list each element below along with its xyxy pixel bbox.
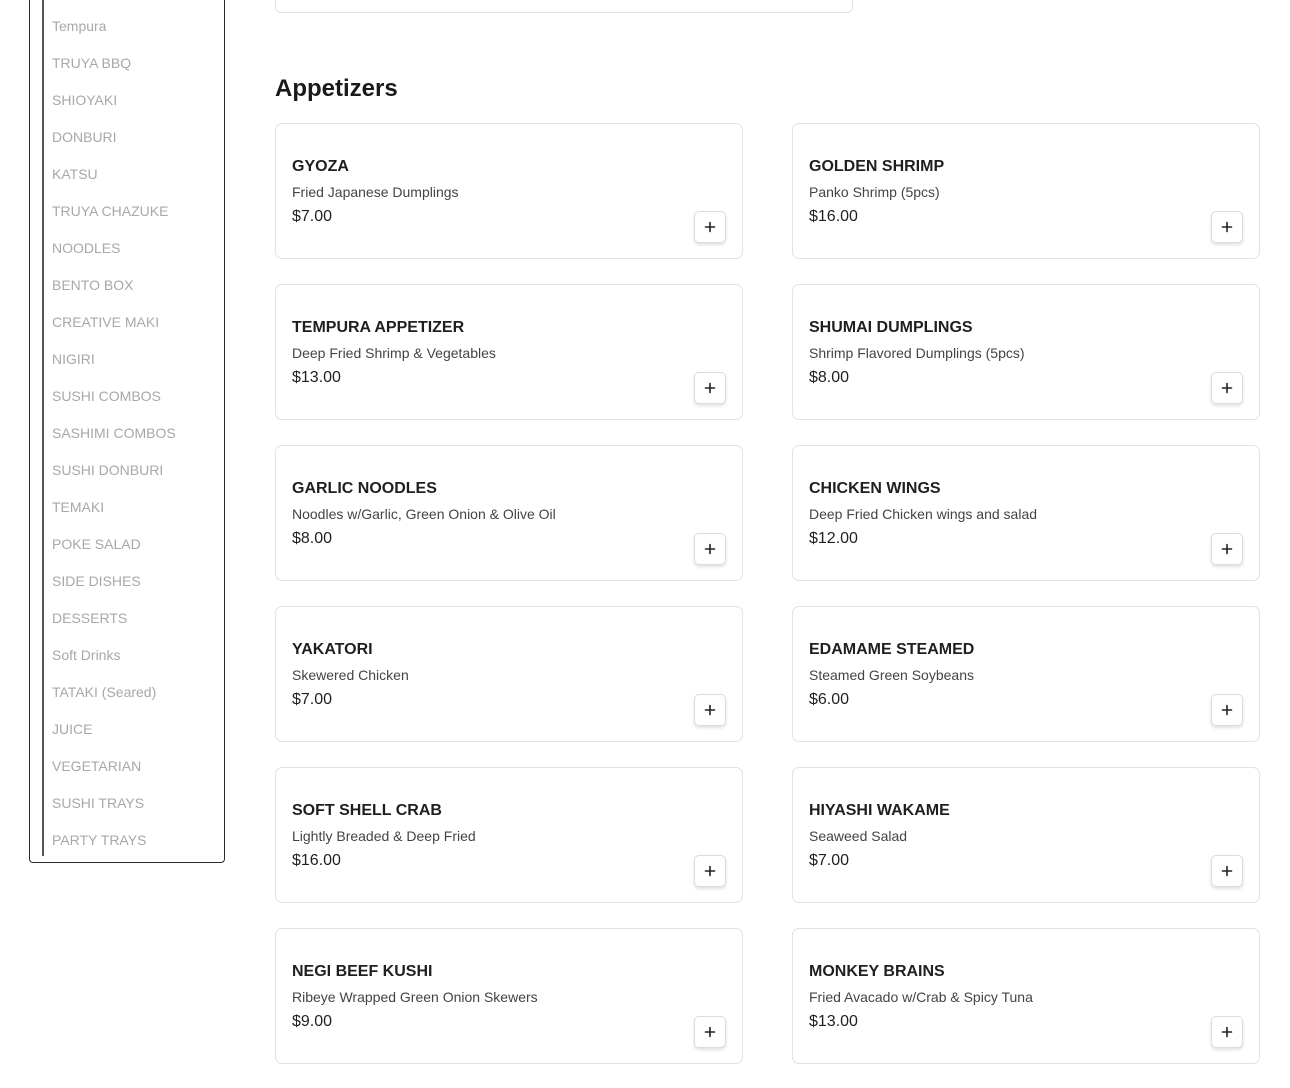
- menu-item-price: $9.00: [292, 1013, 333, 1030]
- menu-item-price: $16.00: [809, 208, 858, 225]
- sidebar-item[interactable]: SHIOYAKI: [52, 90, 117, 110]
- menu-item-description: Ribeye Wrapped Green Onion Skewers: [292, 989, 538, 1005]
- add-to-cart-button[interactable]: [694, 694, 726, 726]
- menu-item-card[interactable]: SOFT SHELL CRAB Lightly Breaded & Deep Fr…: [275, 767, 743, 903]
- menu-item-name: HIYASHI WAKAME: [809, 802, 950, 819]
- sidebar-item[interactable]: VEGETARIAN: [52, 756, 141, 776]
- menu-item-card[interactable]: HIYASHI WAKAME Seaweed Salad $7.00: [792, 767, 1260, 903]
- menu-item-description: Lightly Breaded & Deep Fried: [292, 828, 476, 844]
- section-title: Appetizers: [275, 75, 398, 102]
- sidebar-item[interactable]: SUSHI COMBOS: [52, 386, 161, 406]
- plus-icon: [1221, 1026, 1233, 1038]
- menu-item-description: Deep Fried Chicken wings and salad: [809, 506, 1038, 522]
- sidebar-item[interactable]: NOODLES: [52, 238, 120, 258]
- add-to-cart-button[interactable]: [694, 855, 726, 887]
- sidebar-item[interactable]: Tempura: [52, 16, 106, 36]
- sidebar-item[interactable]: BENTO BOX: [52, 275, 133, 295]
- sidebar-item[interactable]: POKE SALAD: [52, 534, 141, 554]
- menu-item-card[interactable]: TEMPURA APPETIZER Deep Fried Shrimp & Veg…: [275, 284, 743, 420]
- add-to-cart-button[interactable]: [1211, 533, 1243, 565]
- menu-item-card[interactable]: NEGI BEEF KUSHI Ribeye Wrapped Green Onio…: [275, 928, 743, 1064]
- menu-item-name: NEGI BEEF KUSHI: [292, 963, 433, 980]
- menu-item-name: GARLIC NOODLES: [292, 480, 437, 497]
- menu-item-description: Fried Avacado w/Crab & Spicy Tuna: [809, 989, 1033, 1005]
- plus-icon: [1221, 543, 1233, 555]
- sidebar-item[interactable]: PARTY TRAYS: [52, 830, 146, 850]
- plus-icon: [704, 704, 716, 716]
- plus-icon: [1221, 704, 1233, 716]
- menu-item-price: $6.00: [809, 691, 850, 708]
- menu-item-price: $13.00: [292, 369, 341, 386]
- menu-item-name: YAKATORI: [292, 641, 373, 658]
- menu-item-card[interactable]: GOLDEN SHRIMP Panko Shrimp (5pcs) $16.00: [792, 123, 1260, 259]
- menu-item-name: CHICKEN WINGS: [809, 480, 941, 497]
- menu-item-card[interactable]: GARLIC NOODLES Noodles w/Garlic, Green On…: [275, 445, 743, 581]
- menu-item-card[interactable]: MONKEY BRAINS Fried Avacado w/Crab & Spic…: [792, 928, 1260, 1064]
- add-to-cart-button[interactable]: [1211, 211, 1243, 243]
- menu-item-price: $12.00: [809, 530, 858, 547]
- sidebar-scroll-rail[interactable]: [42, 0, 44, 856]
- previous-card-edge: [275, 0, 853, 13]
- menu-item-price: $8.00: [292, 530, 333, 547]
- menu-item-name: SHUMAI DUMPLINGS: [809, 319, 973, 336]
- sidebar-item[interactable]: CREATIVE MAKI: [52, 312, 159, 332]
- menu-item-description: Noodles w/Garlic, Green Onion & Olive Oi…: [292, 506, 556, 522]
- menu-item-description: Panko Shrimp (5pcs): [809, 184, 940, 200]
- menu-item-name: SOFT SHELL CRAB: [292, 802, 442, 819]
- sidebar-item[interactable]: SUSHI TRAYS: [52, 793, 144, 813]
- menu-item-price: $7.00: [809, 852, 850, 869]
- menu-item-card[interactable]: EDAMAME STEAMED Steamed Green Soybeans $6.…: [792, 606, 1260, 742]
- plus-icon: [704, 221, 716, 233]
- sidebar-item[interactable]: TEMAKI: [52, 497, 104, 517]
- sidebar-item[interactable]: TRUYA BBQ: [52, 53, 131, 73]
- sidebar-item[interactable]: SIDE DISHES: [52, 571, 141, 591]
- plus-icon: [704, 543, 716, 555]
- sidebar-item[interactable]: KATSU: [52, 164, 98, 184]
- add-to-cart-button[interactable]: [1211, 694, 1243, 726]
- menu-item-description: Shrimp Flavored Dumplings (5pcs): [809, 345, 1025, 361]
- menu-item-price: $8.00: [809, 369, 850, 386]
- plus-icon: [704, 865, 716, 877]
- plus-icon: [704, 382, 716, 394]
- sidebar-item[interactable]: JUICE: [52, 719, 92, 739]
- menu-item-price: $13.00: [809, 1013, 858, 1030]
- add-to-cart-button[interactable]: [1211, 372, 1243, 404]
- sidebar-item[interactable]: DESSERTS: [52, 608, 127, 628]
- plus-icon: [1221, 221, 1233, 233]
- menu-item-description: Deep Fried Shrimp & Vegetables: [292, 345, 496, 361]
- add-to-cart-button[interactable]: [694, 211, 726, 243]
- menu-item-price: $7.00: [292, 691, 333, 708]
- menu-item-name: GYOZA: [292, 158, 349, 175]
- menu-item-card[interactable]: CHICKEN WINGS Deep Fried Chicken wings an…: [792, 445, 1260, 581]
- sidebar-item[interactable]: Soft Drinks: [52, 645, 120, 665]
- menu-item-description: Steamed Green Soybeans: [809, 667, 974, 683]
- plus-icon: [1221, 865, 1233, 877]
- add-to-cart-button[interactable]: [1211, 855, 1243, 887]
- menu-item-price: $16.00: [292, 852, 341, 869]
- menu-item-description: Fried Japanese Dumplings: [292, 184, 459, 200]
- menu-item-card[interactable]: SHUMAI DUMPLINGS Shrimp Flavored Dumpling…: [792, 284, 1260, 420]
- sidebar-item[interactable]: SUSHI DONBURI: [52, 460, 163, 480]
- plus-icon: [704, 1026, 716, 1038]
- add-to-cart-button[interactable]: [1211, 1016, 1243, 1048]
- add-to-cart-button[interactable]: [694, 533, 726, 565]
- menu-item-description: Skewered Chicken: [292, 667, 409, 683]
- sidebar-item[interactable]: TATAKI (Seared): [52, 682, 156, 702]
- menu-item-name: GOLDEN SHRIMP: [809, 158, 945, 175]
- menu-item-card[interactable]: GYOZA Fried Japanese Dumplings $7.00: [275, 123, 743, 259]
- menu-item-price: $7.00: [292, 208, 333, 225]
- add-to-cart-button[interactable]: [694, 1016, 726, 1048]
- sidebar-item[interactable]: TRUYA CHAZUKE: [52, 201, 168, 221]
- menu-item-description: Seaweed Salad: [809, 828, 908, 844]
- menu-item-name: EDAMAME STEAMED: [809, 641, 975, 658]
- plus-icon: [1221, 382, 1233, 394]
- sidebar-item[interactable]: SASHIMI COMBOS: [52, 423, 176, 443]
- add-to-cart-button[interactable]: [694, 372, 726, 404]
- category-sidebar: Tempura TRUYA BBQ SHIOYAKI DONBURI KATSU TRUY…: [29, 0, 225, 863]
- menu-item-name: TEMPURA APPETIZER: [292, 319, 465, 336]
- sidebar-item[interactable]: NIGIRI: [52, 349, 95, 369]
- menu-item-card[interactable]: YAKATORI Skewered Chicken $7.00: [275, 606, 743, 742]
- menu-item-name: MONKEY BRAINS: [809, 963, 945, 980]
- sidebar-item[interactable]: DONBURI: [52, 127, 117, 147]
